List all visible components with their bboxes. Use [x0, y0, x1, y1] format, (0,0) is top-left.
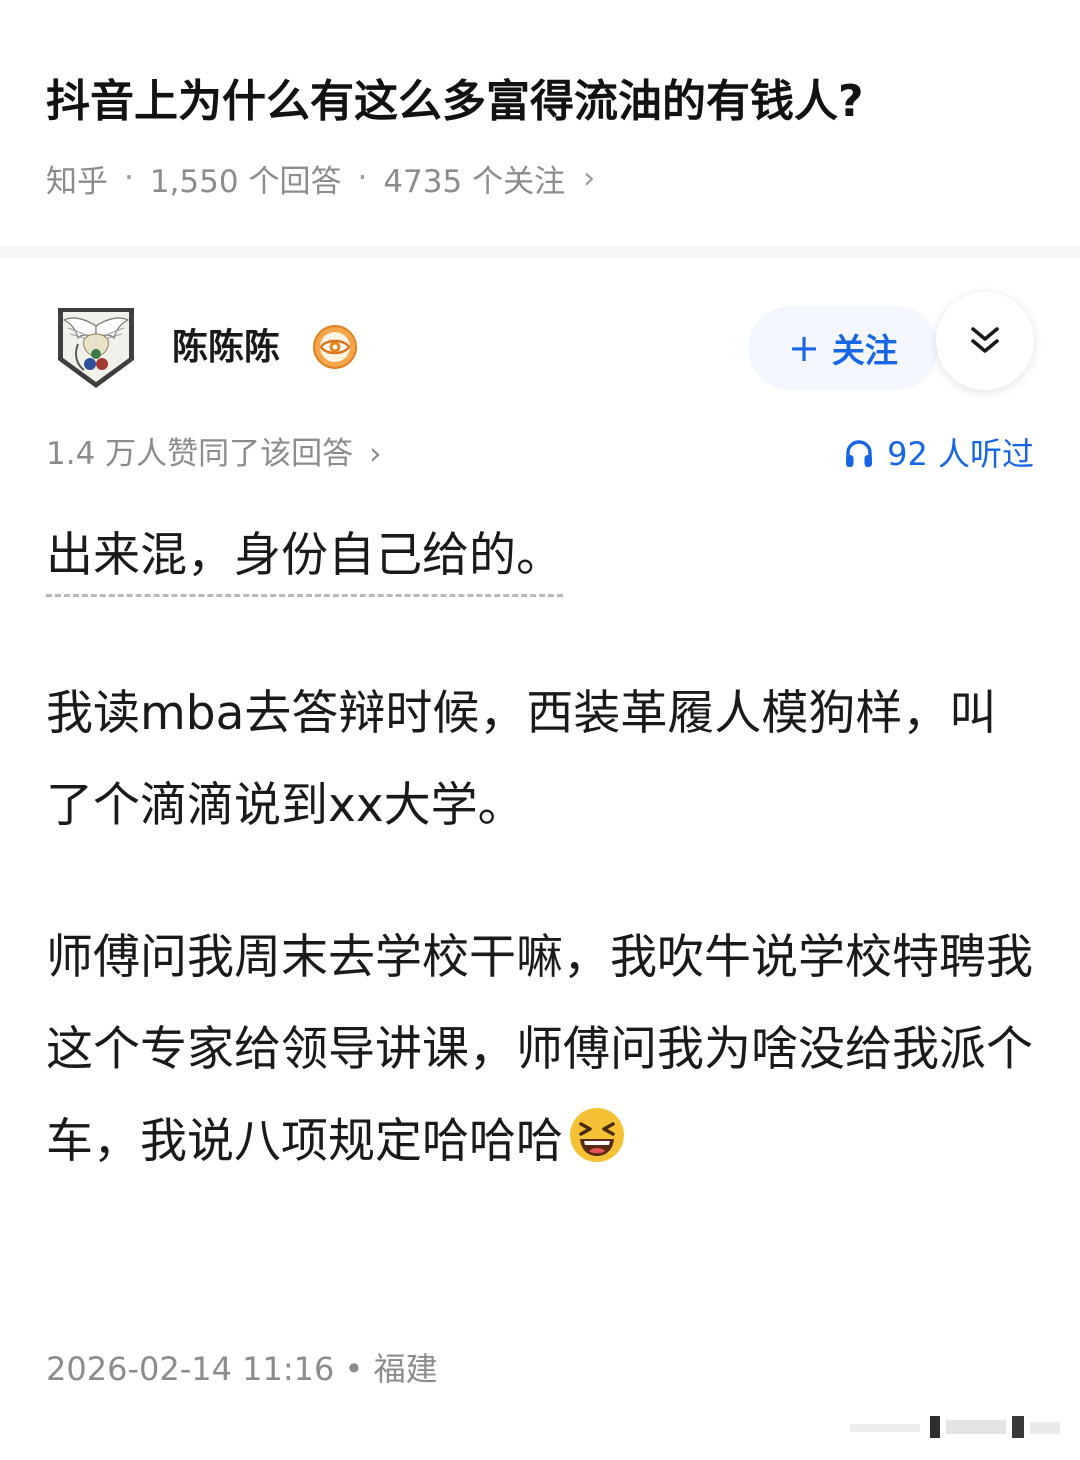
follow-count: 4735 个关注	[383, 163, 566, 200]
plus-icon: +	[788, 326, 820, 370]
answer-paragraph: 我读mba去答辩时候，西装革履人模狗样，叫了个滴滴说到xx大学。	[46, 686, 997, 833]
answer-timestamp: 2026-02-14 11:16 • 福建	[46, 1350, 438, 1388]
answer-paragraph-text: 师傅问我周末去学校干嘛，我吹牛说学校特聘我这个专家给领导讲课，师傅问我为啥没给我…	[46, 930, 1033, 1169]
listen-count-link[interactable]: 92 人听过	[843, 432, 1034, 476]
chevron-right-icon: ›	[583, 160, 596, 196]
watermark-strip	[850, 1416, 1060, 1438]
follow-label: 关注	[831, 331, 898, 370]
answer-lead: 出来混，身份自己给的。	[46, 524, 563, 597]
headphones-icon	[846, 440, 873, 467]
author-name[interactable]: 陈陈陈	[172, 324, 280, 372]
answer-body: 出来混，身份自己给的。 我读mba去答辩时候，西装革履人模狗样，叫了个滴滴说到x…	[46, 510, 1036, 1188]
chevron-right-icon: ›	[369, 436, 382, 472]
eye-badge-icon	[312, 324, 358, 370]
question-meta[interactable]: 知乎 · 1,550 个回答 · 4735 个关注 ›	[46, 156, 595, 200]
answer-count: 1,550 个回答	[149, 163, 342, 200]
avatar[interactable]	[54, 304, 138, 392]
double-chevron-down-icon	[971, 327, 999, 353]
answer-paragraph: 师傅问我周末去学校干嘛，我吹牛说学校特聘我这个专家给领导讲课，师傅问我为啥没给我…	[46, 912, 1036, 1188]
approval-count-link[interactable]: 1.4 万人赞同了该回答 ›	[46, 432, 382, 476]
meta-separator: ·	[357, 160, 368, 196]
listen-count: 92 人听过	[887, 435, 1034, 473]
approval-count: 1.4 万人赞同了该回答	[46, 436, 354, 472]
meta-separator: ·	[124, 160, 134, 196]
follow-button[interactable]: + 关注	[748, 306, 938, 390]
question-title[interactable]: 抖音上为什么有这么多富得流油的有钱人?	[46, 70, 1046, 134]
section-divider	[0, 246, 1080, 258]
wings-emblem-avatar	[58, 308, 134, 388]
source-label: 知乎	[46, 163, 108, 200]
collapse-button[interactable]	[936, 292, 1034, 390]
laughing-emoji	[567, 1104, 627, 1164]
